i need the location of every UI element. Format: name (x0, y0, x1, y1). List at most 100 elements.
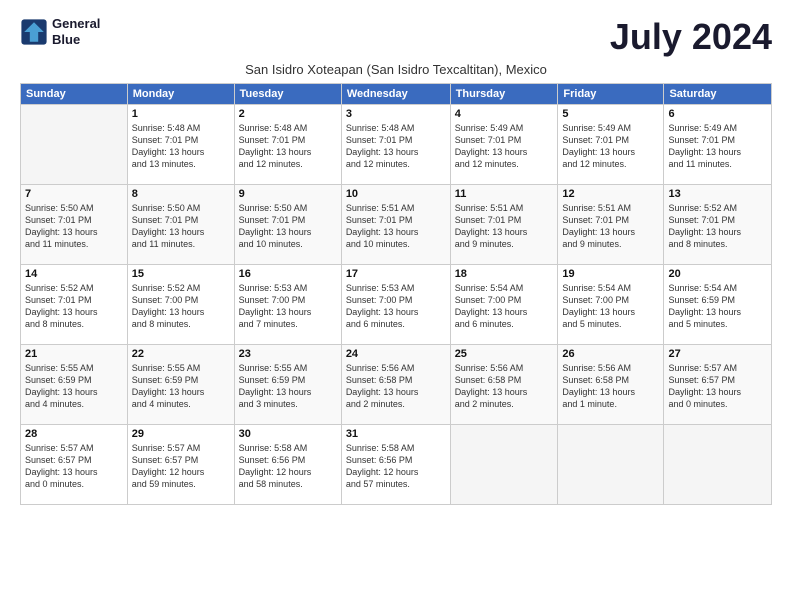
calendar-cell: 10Sunrise: 5:51 AM Sunset: 7:01 PM Dayli… (341, 185, 450, 265)
calendar-cell (21, 105, 128, 185)
calendar-cell: 17 Sunrise: 5:53 AM Sunset: 7:00 PM Dayli… (341, 265, 450, 345)
calendar-cell: 31 Sunrise: 5:58 AM Sunset: 6:56 PM Dayli… (341, 425, 450, 505)
weekday-header-thursday: Thursday (450, 84, 558, 105)
day-info: Sunrise: 5:55 AM Sunset: 6:59 PM Dayligh… (132, 362, 230, 411)
calendar-cell: 18 Sunrise: 5:54 AM Sunset: 7:00 PM Dayli… (450, 265, 558, 345)
calendar-cell: 22 Sunrise: 5:55 AM Sunset: 6:59 PM Dayli… (127, 345, 234, 425)
logo-text: General Blue (52, 16, 100, 47)
day-number: 17 (346, 268, 446, 280)
calendar-cell: 27Sunrise: 5:57 AM Sunset: 6:57 PM Dayli… (664, 345, 772, 425)
calendar-cell: 25 Sunrise: 5:56 AM Sunset: 6:58 PM Dayli… (450, 345, 558, 425)
day-number: 6 (668, 108, 767, 120)
calendar-cell (558, 425, 664, 505)
day-number: 15 (132, 268, 230, 280)
day-number: 27 (668, 348, 767, 360)
calendar-cell: 5 Sunrise: 5:49 AM Sunset: 7:01 PM Daylig… (558, 105, 664, 185)
month-title: July 2024 (610, 16, 772, 58)
calendar-cell: 13Sunrise: 5:52 AM Sunset: 7:01 PM Dayli… (664, 185, 772, 265)
day-info: Sunrise: 5:48 AM Sunset: 7:01 PM Dayligh… (132, 122, 230, 171)
calendar-cell: 26 Sunrise: 5:56 AM Sunset: 6:58 PM Dayli… (558, 345, 664, 425)
day-info: Sunrise: 5:50 AM Sunset: 7:01 PM Dayligh… (132, 202, 230, 251)
calendar-cell: 23 Sunrise: 5:55 AM Sunset: 6:59 PM Dayli… (234, 345, 341, 425)
subtitle: San Isidro Xoteapan (San Isidro Texcalti… (20, 62, 772, 77)
day-info: Sunrise: 5:54 AM Sunset: 7:00 PM Dayligh… (562, 282, 659, 331)
calendar-cell: 4 Sunrise: 5:49 AM Sunset: 7:01 PM Daylig… (450, 105, 558, 185)
calendar-cell: 29Sunrise: 5:57 AM Sunset: 6:57 PM Dayli… (127, 425, 234, 505)
day-info: Sunrise: 5:54 AM Sunset: 7:00 PM Dayligh… (455, 282, 554, 331)
day-number: 11 (455, 188, 554, 200)
calendar-cell (450, 425, 558, 505)
calendar-cell: 24Sunrise: 5:56 AM Sunset: 6:58 PM Dayli… (341, 345, 450, 425)
day-info: Sunrise: 5:50 AM Sunset: 7:01 PM Dayligh… (239, 202, 337, 251)
day-number: 19 (562, 268, 659, 280)
weekday-header-monday: Monday (127, 84, 234, 105)
day-info: Sunrise: 5:52 AM Sunset: 7:00 PM Dayligh… (132, 282, 230, 331)
day-number: 21 (25, 348, 123, 360)
day-info: Sunrise: 5:51 AM Sunset: 7:01 PM Dayligh… (562, 202, 659, 251)
day-number: 5 (562, 108, 659, 120)
week-row-1: 1 Sunrise: 5:48 AM Sunset: 7:01 PM Daylig… (21, 105, 772, 185)
day-number: 13 (668, 188, 767, 200)
calendar-cell: 8 Sunrise: 5:50 AM Sunset: 7:01 PM Daylig… (127, 185, 234, 265)
day-number: 10 (346, 188, 446, 200)
day-info: Sunrise: 5:49 AM Sunset: 7:01 PM Dayligh… (562, 122, 659, 171)
week-row-3: 14 Sunrise: 5:52 AM Sunset: 7:01 PM Dayli… (21, 265, 772, 345)
page: General Blue July 2024 San Isidro Xoteap… (0, 0, 792, 515)
day-number: 12 (562, 188, 659, 200)
day-info: Sunrise: 5:56 AM Sunset: 6:58 PM Dayligh… (562, 362, 659, 411)
day-info: Sunrise: 5:53 AM Sunset: 7:00 PM Dayligh… (346, 282, 446, 331)
week-row-2: 7 Sunrise: 5:50 AM Sunset: 7:01 PM Daylig… (21, 185, 772, 265)
day-number: 30 (239, 428, 337, 440)
calendar-cell: 20 Sunrise: 5:54 AM Sunset: 6:59 PM Dayli… (664, 265, 772, 345)
calendar-cell: 9Sunrise: 5:50 AM Sunset: 7:01 PM Daylig… (234, 185, 341, 265)
day-info: Sunrise: 5:51 AM Sunset: 7:01 PM Dayligh… (455, 202, 554, 251)
day-number: 26 (562, 348, 659, 360)
calendar-cell: 11 Sunrise: 5:51 AM Sunset: 7:01 PM Dayli… (450, 185, 558, 265)
logo-icon (20, 18, 48, 46)
day-number: 28 (25, 428, 123, 440)
day-number: 4 (455, 108, 554, 120)
calendar-table: SundayMondayTuesdayWednesdayThursdayFrid… (20, 83, 772, 505)
day-info: Sunrise: 5:52 AM Sunset: 7:01 PM Dayligh… (25, 282, 123, 331)
day-number: 20 (668, 268, 767, 280)
day-number: 25 (455, 348, 554, 360)
day-info: Sunrise: 5:58 AM Sunset: 6:56 PM Dayligh… (346, 442, 446, 491)
weekday-header-wednesday: Wednesday (341, 84, 450, 105)
weekday-header-saturday: Saturday (664, 84, 772, 105)
day-number: 22 (132, 348, 230, 360)
week-row-4: 21 Sunrise: 5:55 AM Sunset: 6:59 PM Dayli… (21, 345, 772, 425)
day-info: Sunrise: 5:58 AM Sunset: 6:56 PM Dayligh… (239, 442, 337, 491)
day-number: 16 (239, 268, 337, 280)
calendar-cell: 7 Sunrise: 5:50 AM Sunset: 7:01 PM Daylig… (21, 185, 128, 265)
calendar-cell: 2Sunrise: 5:48 AM Sunset: 7:01 PM Daylig… (234, 105, 341, 185)
day-info: Sunrise: 5:53 AM Sunset: 7:00 PM Dayligh… (239, 282, 337, 331)
day-info: Sunrise: 5:55 AM Sunset: 6:59 PM Dayligh… (25, 362, 123, 411)
day-number: 7 (25, 188, 123, 200)
calendar-cell: 3Sunrise: 5:48 AM Sunset: 7:01 PM Daylig… (341, 105, 450, 185)
day-number: 24 (346, 348, 446, 360)
weekday-header-row: SundayMondayTuesdayWednesdayThursdayFrid… (21, 84, 772, 105)
calendar-cell: 14 Sunrise: 5:52 AM Sunset: 7:01 PM Dayli… (21, 265, 128, 345)
day-info: Sunrise: 5:49 AM Sunset: 7:01 PM Dayligh… (455, 122, 554, 171)
day-number: 3 (346, 108, 446, 120)
day-number: 8 (132, 188, 230, 200)
day-info: Sunrise: 5:54 AM Sunset: 6:59 PM Dayligh… (668, 282, 767, 331)
weekday-header-friday: Friday (558, 84, 664, 105)
calendar-cell: 15 Sunrise: 5:52 AM Sunset: 7:00 PM Dayli… (127, 265, 234, 345)
calendar-cell: 16 Sunrise: 5:53 AM Sunset: 7:00 PM Dayli… (234, 265, 341, 345)
calendar-cell: 19 Sunrise: 5:54 AM Sunset: 7:00 PM Dayli… (558, 265, 664, 345)
day-info: Sunrise: 5:57 AM Sunset: 6:57 PM Dayligh… (132, 442, 230, 491)
day-number: 31 (346, 428, 446, 440)
day-number: 14 (25, 268, 123, 280)
day-number: 23 (239, 348, 337, 360)
calendar-cell: 21 Sunrise: 5:55 AM Sunset: 6:59 PM Dayli… (21, 345, 128, 425)
day-number: 1 (132, 108, 230, 120)
day-info: Sunrise: 5:50 AM Sunset: 7:01 PM Dayligh… (25, 202, 123, 251)
day-info: Sunrise: 5:56 AM Sunset: 6:58 PM Dayligh… (455, 362, 554, 411)
day-info: Sunrise: 5:55 AM Sunset: 6:59 PM Dayligh… (239, 362, 337, 411)
calendar-cell: 28Sunrise: 5:57 AM Sunset: 6:57 PM Dayli… (21, 425, 128, 505)
day-info: Sunrise: 5:48 AM Sunset: 7:01 PM Dayligh… (239, 122, 337, 171)
weekday-header-sunday: Sunday (21, 84, 128, 105)
calendar-cell: 30 Sunrise: 5:58 AM Sunset: 6:56 PM Dayli… (234, 425, 341, 505)
day-number: 18 (455, 268, 554, 280)
